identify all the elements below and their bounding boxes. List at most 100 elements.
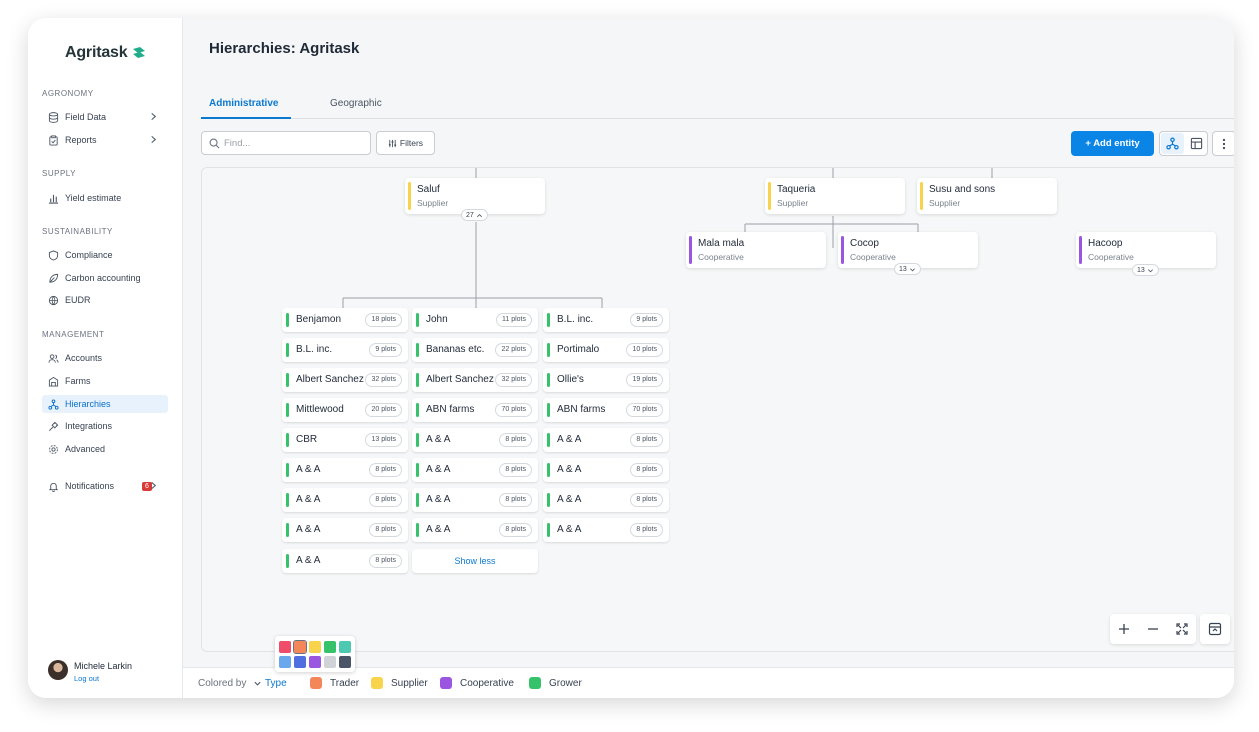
sidebar-item-eudr[interactable]: EUDR: [42, 291, 168, 309]
plots-badge: 8 plots: [369, 463, 402, 477]
grower-card[interactable]: A & A 8 plots: [282, 518, 408, 542]
color-swatch-selected[interactable]: [293, 640, 307, 654]
search-box[interactable]: [201, 131, 371, 155]
grower-name: Portimalo: [557, 344, 600, 355]
entity-card-mala-mala[interactable]: Mala mala Cooperative: [686, 232, 826, 268]
chevron-down-icon[interactable]: [253, 679, 262, 688]
sidebar-item-label: EUDR: [65, 295, 91, 305]
shield-icon: [48, 249, 59, 261]
grower-card[interactable]: ABN farms 70 plots: [412, 398, 538, 422]
grower-card[interactable]: Ollie's 19 plots: [543, 368, 669, 392]
color-swatch[interactable]: [339, 656, 351, 668]
grower-card[interactable]: Mittlewood 20 plots: [282, 398, 408, 422]
grower-card[interactable]: A & A 8 plots: [412, 518, 538, 542]
sidebar-item-field-data[interactable]: Field Data: [42, 108, 168, 126]
more-options-button[interactable]: [1212, 131, 1234, 156]
grower-card[interactable]: John 11 plots: [412, 308, 538, 332]
grower-card[interactable]: A & A 8 plots: [412, 428, 538, 452]
color-swatch[interactable]: [309, 656, 321, 668]
grower-card[interactable]: Portimalo 10 plots: [543, 338, 669, 362]
collapse-children-pill[interactable]: 27: [461, 209, 488, 221]
hierarchy-canvas[interactable]: Saluf Supplier 27 Taqueria Supplier Susu…: [201, 167, 1234, 652]
grower-name: A & A: [426, 434, 451, 445]
color-swatch[interactable]: [279, 641, 291, 653]
show-less-button[interactable]: Show less: [412, 549, 538, 573]
sidebar-item-farms[interactable]: Farms: [42, 372, 168, 390]
legend-item-cooperative: Cooperative: [440, 677, 514, 689]
grower-card[interactable]: A & A 8 plots: [543, 518, 669, 542]
zoom-in-button[interactable]: [1116, 621, 1132, 637]
expand-children-pill[interactable]: 13: [1132, 264, 1159, 276]
sidebar-item-carbon-accounting[interactable]: Carbon accounting: [42, 269, 168, 287]
search-input[interactable]: [224, 135, 364, 151]
grower-card[interactable]: A & A 8 plots: [282, 549, 408, 573]
grower-card[interactable]: A & A 8 plots: [412, 458, 538, 482]
expand-children-pill[interactable]: 13: [894, 263, 921, 275]
grower-card[interactable]: Albert Sanchez 32 plots: [412, 368, 538, 392]
sidebar-item-yield-estimate[interactable]: Yield estimate: [42, 189, 168, 207]
grower-name: A & A: [426, 494, 451, 505]
section-title-supply: SUPPLY: [42, 169, 76, 178]
sidebar-item-label: Hierarchies: [65, 399, 111, 409]
entity-card-hacoop[interactable]: Hacoop Cooperative: [1076, 232, 1216, 268]
users-icon: [48, 353, 59, 363]
grower-card[interactable]: B.L. inc. 9 plots: [543, 308, 669, 332]
sidebar-item-accounts[interactable]: Accounts: [42, 349, 168, 367]
collapse-all-button[interactable]: [1200, 614, 1230, 644]
grower-card[interactable]: Bananas etc. 22 plots: [412, 338, 538, 362]
color-swatch[interactable]: [324, 641, 336, 653]
grower-card[interactable]: B.L. inc. 9 plots: [282, 338, 408, 362]
grower-card[interactable]: Benjamon 18 plots: [282, 308, 408, 332]
sidebar-item-notifications[interactable]: Notifications 6: [42, 477, 168, 495]
filters-button[interactable]: Filters: [376, 131, 435, 155]
zoom-out-button[interactable]: [1145, 621, 1161, 637]
color-swatch[interactable]: [309, 641, 321, 653]
type-color-bar: [920, 182, 923, 210]
color-swatch[interactable]: [279, 656, 291, 668]
color-swatch[interactable]: [324, 656, 336, 668]
entity-card-taqueria[interactable]: Taqueria Supplier: [765, 178, 905, 214]
sidebar-item-reports[interactable]: Reports: [42, 131, 168, 149]
grower-card[interactable]: A & A 8 plots: [543, 458, 669, 482]
tree-view-button[interactable]: [1161, 133, 1184, 154]
database-icon: [48, 111, 59, 123]
tab-geographic[interactable]: Geographic: [330, 98, 382, 109]
sliders-icon: [388, 139, 397, 147]
grower-card[interactable]: CBR 13 plots: [282, 428, 408, 452]
grower-name: A & A: [296, 524, 321, 535]
entity-name: Saluf: [417, 184, 440, 195]
grower-card[interactable]: A & A 8 plots: [282, 458, 408, 482]
sidebar-item-hierarchies[interactable]: Hierarchies: [42, 395, 168, 413]
plots-badge: 8 plots: [630, 433, 663, 447]
grower-card[interactable]: A & A 8 plots: [543, 488, 669, 512]
logout-link[interactable]: Log out: [74, 674, 99, 683]
grower-card[interactable]: Albert Sanchez 32 plots: [282, 368, 408, 392]
entity-name: Taqueria: [777, 184, 816, 195]
sidebar-item-label: Yield estimate: [65, 193, 122, 203]
table-view-button[interactable]: [1185, 133, 1207, 154]
sidebar-item-advanced[interactable]: Advanced: [42, 440, 168, 458]
avatar[interactable]: [48, 660, 68, 680]
add-entity-button[interactable]: + Add entity: [1071, 131, 1154, 156]
tab-administrative[interactable]: Administrative: [209, 98, 278, 109]
sidebar-item-compliance[interactable]: Compliance: [42, 246, 168, 264]
legend-item-trader: Trader: [310, 677, 359, 689]
grower-name: John: [426, 314, 448, 325]
fit-to-screen-button[interactable]: [1174, 621, 1190, 637]
children-count: 13: [899, 265, 907, 273]
grower-card[interactable]: A & A 8 plots: [282, 488, 408, 512]
entity-card-susu-and-sons[interactable]: Susu and sons Supplier: [917, 178, 1057, 214]
filters-label: Filters: [399, 138, 424, 148]
plots-badge: 32 plots: [495, 373, 532, 387]
sidebar-item-label: Notifications: [65, 481, 115, 491]
grower-card[interactable]: A & A 8 plots: [543, 428, 669, 452]
sidebar-item-integrations[interactable]: Integrations: [42, 417, 168, 435]
plots-badge: 8 plots: [630, 463, 663, 477]
color-swatch[interactable]: [339, 641, 351, 653]
grower-card[interactable]: A & A 8 plots: [412, 488, 538, 512]
color-by-type-dropdown[interactable]: Type: [265, 678, 287, 689]
plus-icon: [1119, 624, 1129, 634]
search-icon: [209, 138, 220, 149]
color-swatch[interactable]: [294, 656, 306, 668]
grower-card[interactable]: ABN farms 70 plots: [543, 398, 669, 422]
